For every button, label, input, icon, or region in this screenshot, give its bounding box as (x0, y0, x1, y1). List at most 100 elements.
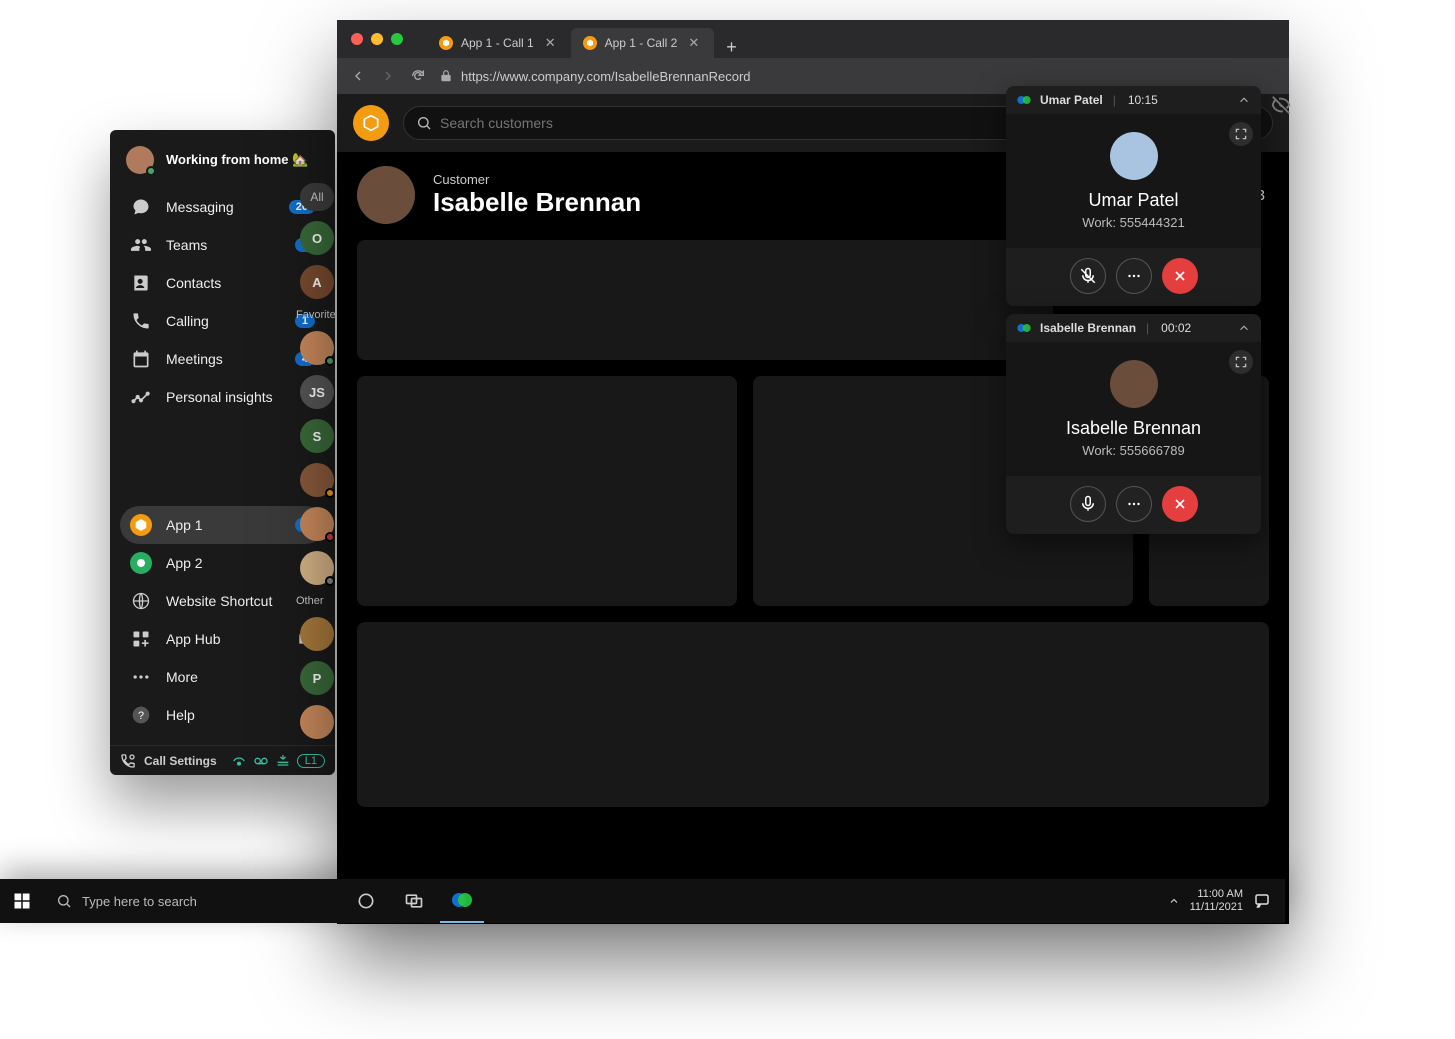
content-card[interactable] (357, 376, 737, 606)
nav-website-shortcut[interactable]: Website Shortcut (120, 582, 325, 620)
call-popup: Isabelle Brennan | 00:02 Isabelle Brenna… (1006, 314, 1261, 534)
back-button[interactable] (349, 67, 367, 85)
nav-label: Help (166, 707, 315, 723)
url-text[interactable]: https://www.company.com/IsabelleBrennanR… (461, 69, 751, 84)
nav-more[interactable]: More (120, 658, 325, 696)
content-card[interactable] (357, 240, 1053, 360)
nav-help[interactable]: ? Help (120, 696, 325, 734)
windows-taskbar: Type here to search 11:00 AM 11/11/2021 (0, 879, 1285, 923)
nav-label: Calling (166, 313, 281, 329)
start-button[interactable] (0, 879, 44, 923)
help-icon: ? (130, 704, 152, 726)
tab-favicon-icon (439, 36, 453, 50)
nav-label: Meetings (166, 351, 281, 367)
action-center-icon[interactable] (1253, 892, 1271, 910)
device-pickup-icon[interactable] (231, 753, 247, 769)
call-popup: Umar Patel | 10:15 Umar Patel Work: 5554… (1006, 86, 1261, 306)
calendar-icon (130, 348, 152, 370)
call-timer: 00:02 (1161, 321, 1191, 335)
contact-avatar[interactable] (300, 507, 334, 541)
cortana-icon[interactable] (344, 879, 388, 923)
nav-messaging[interactable]: Messaging 20 (120, 188, 325, 226)
nav-label: Teams (166, 237, 281, 253)
contact-avatar[interactable] (300, 463, 334, 497)
presence-row[interactable]: Working from home 🏡 (110, 130, 335, 184)
call-settings-icon[interactable] (120, 753, 136, 769)
nav-contacts[interactable]: Contacts (120, 264, 325, 302)
customer-name: Isabelle Brennan (433, 187, 641, 218)
maximize-window-icon[interactable] (391, 33, 403, 45)
nav-app-hub[interactable]: App Hub (120, 620, 325, 658)
contact-avatar[interactable]: S (300, 419, 334, 453)
close-tab-icon[interactable]: ✕ (685, 35, 702, 51)
mute-button[interactable] (1070, 486, 1106, 522)
chat-icon (130, 196, 152, 218)
chevron-up-icon[interactable] (1237, 93, 1251, 107)
more-options-button[interactable] (1116, 258, 1152, 294)
app-logo-icon[interactable] (353, 105, 389, 141)
contact-avatar[interactable]: A (300, 265, 334, 299)
call-header[interactable]: Umar Patel | 10:15 (1006, 86, 1261, 114)
taskbar-app-webex[interactable] (440, 879, 484, 923)
contact-avatar[interactable]: O (300, 221, 334, 255)
mute-button[interactable] (1070, 258, 1106, 294)
nav-calling[interactable]: Calling 1 (120, 302, 325, 340)
voicemail-icon[interactable] (253, 753, 269, 769)
call-settings-link[interactable]: Call Settings (144, 754, 217, 768)
contact-avatar[interactable] (300, 331, 334, 365)
contact-avatar[interactable] (300, 705, 334, 739)
end-call-button[interactable] (1162, 258, 1198, 294)
presence-indicator-icon (146, 166, 156, 176)
contact-avatar[interactable]: JS (300, 375, 334, 409)
tray-chevron-icon[interactable] (1168, 895, 1180, 907)
browser-tab[interactable]: App 1 - Call 1 ✕ (427, 28, 571, 58)
section-other-label: Other (296, 595, 338, 607)
browser-tab[interactable]: App 1 - Call 2 ✕ (571, 28, 715, 58)
browser-window: App 1 - Call 1 ✕ App 1 - Call 2 ✕ + http… (337, 20, 1289, 924)
end-call-button[interactable] (1162, 486, 1198, 522)
close-tab-icon[interactable]: ✕ (542, 35, 559, 51)
contact-avatar[interactable] (300, 617, 334, 651)
call-header[interactable]: Isabelle Brennan | 00:02 (1006, 314, 1261, 342)
app1-icon (130, 514, 152, 536)
caller-subtitle: Work: 555666789 (1016, 443, 1251, 458)
nav-label: Messaging (166, 199, 275, 215)
nav-label: App 2 (166, 555, 315, 571)
app2-icon (130, 552, 152, 574)
tab-label: App 1 - Call 2 (605, 36, 678, 50)
contact-avatar[interactable] (300, 551, 334, 585)
taskbar-search[interactable]: Type here to search (44, 879, 334, 923)
chevron-up-icon[interactable] (1237, 321, 1251, 335)
forward-button[interactable] (379, 67, 397, 85)
task-view-icon[interactable] (392, 879, 436, 923)
nav-app-1[interactable]: App 1 1 (120, 506, 325, 544)
nav-label: App 1 (166, 517, 281, 533)
filter-all-pill[interactable]: All (300, 183, 334, 211)
browser-tabs: App 1 - Call 1 ✕ App 1 - Call 2 ✕ + (417, 20, 1289, 58)
address-book-icon (130, 272, 152, 294)
app-hub-icon (130, 628, 152, 650)
content-card[interactable] (357, 622, 1269, 807)
tab-favicon-icon (583, 36, 597, 50)
nav-meetings[interactable]: Meetings 4 (120, 340, 325, 378)
nav-personal-insights[interactable]: Personal insights (120, 378, 325, 416)
insights-icon (130, 386, 152, 408)
more-options-button[interactable] (1116, 486, 1152, 522)
caller-subtitle: Work: 555444321 (1016, 215, 1251, 230)
new-tab-button[interactable]: + (714, 37, 749, 58)
incognito-eye-off-icon[interactable] (1270, 94, 1292, 116)
svg-text:?: ? (138, 710, 144, 722)
minimize-window-icon[interactable] (371, 33, 383, 45)
webex-logo-icon (1016, 320, 1032, 336)
system-clock[interactable]: 11:00 AM 11/11/2021 (1190, 888, 1243, 914)
nav-app-2[interactable]: App 2 (120, 544, 325, 582)
nav-teams[interactable]: Teams 8 (120, 226, 325, 264)
reload-button[interactable] (409, 67, 427, 85)
contact-avatar[interactable]: P (300, 661, 334, 695)
queue-icon[interactable] (275, 753, 291, 769)
close-window-icon[interactable] (351, 33, 363, 45)
expand-call-button[interactable] (1229, 350, 1253, 374)
clock-time: 11:00 AM (1190, 888, 1243, 901)
expand-call-button[interactable] (1229, 122, 1253, 146)
browser-titlebar: App 1 - Call 1 ✕ App 1 - Call 2 ✕ + (337, 20, 1289, 58)
